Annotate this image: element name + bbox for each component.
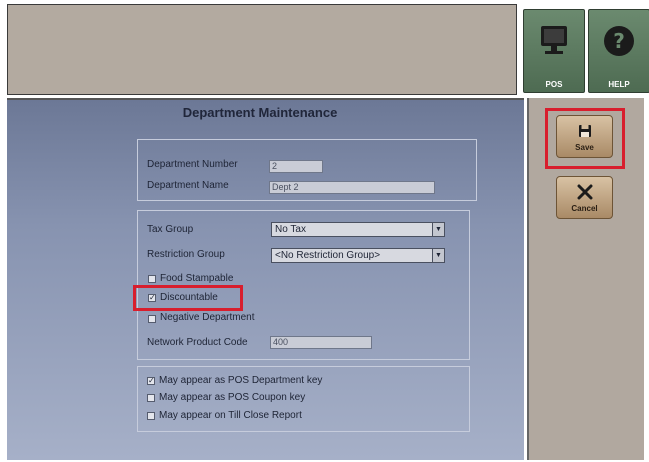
- pos-coupon-key-checkbox[interactable]: [147, 394, 155, 402]
- till-close-report-checkbox[interactable]: [147, 412, 155, 420]
- top-banner: [7, 4, 517, 95]
- negative-department-label: Negative Department: [160, 312, 255, 323]
- tax-group-label: Tax Group: [147, 224, 194, 235]
- save-button-label: Save: [575, 143, 594, 152]
- question-icon: ?: [604, 26, 634, 56]
- cancel-button-label: Cancel: [571, 204, 598, 213]
- restriction-group-select[interactable]: <No Restriction Group> ▼: [271, 248, 445, 263]
- page-title: Department Maintenance: [182, 105, 338, 120]
- negative-department-checkbox[interactable]: [148, 315, 156, 323]
- restriction-group-label: Restriction Group: [147, 249, 225, 260]
- department-name-field[interactable]: Dept 2: [269, 181, 435, 194]
- network-product-code-label: Network Product Code: [147, 337, 248, 348]
- monitor-icon: [541, 26, 567, 54]
- help-button[interactable]: ? HELP: [588, 9, 649, 93]
- chevron-down-icon: ▼: [432, 249, 444, 262]
- pos-button-label: POS: [545, 80, 563, 89]
- food-stampable-label: Food Stampable: [160, 273, 234, 284]
- department-number-field[interactable]: 2: [269, 160, 323, 173]
- pos-department-key-label: May appear as POS Department key: [159, 375, 323, 386]
- department-number-label: Department Number: [147, 159, 238, 170]
- save-button[interactable]: Save: [556, 115, 613, 158]
- tax-group-select[interactable]: No Tax ▼: [271, 222, 445, 237]
- help-button-label: HELP: [608, 80, 630, 89]
- floppy-disk-icon: [579, 125, 591, 137]
- chevron-down-icon: ▼: [432, 223, 444, 236]
- food-stampable-checkbox[interactable]: [148, 275, 156, 283]
- pos-department-key-checkbox[interactable]: ✓: [147, 377, 155, 385]
- restriction-group-value: <No Restriction Group>: [275, 250, 381, 261]
- x-icon: [577, 184, 593, 200]
- cancel-button[interactable]: Cancel: [556, 176, 613, 219]
- network-product-code-field[interactable]: 400: [270, 336, 372, 349]
- discountable-highlight: [133, 285, 243, 311]
- pos-coupon-key-label: May appear as POS Coupon key: [159, 392, 306, 403]
- department-name-label: Department Name: [147, 180, 229, 191]
- tax-group-value: No Tax: [275, 224, 306, 235]
- till-close-report-label: May appear on Till Close Report: [159, 410, 302, 421]
- svg-text:?: ?: [613, 29, 625, 53]
- pos-button[interactable]: POS: [523, 9, 585, 93]
